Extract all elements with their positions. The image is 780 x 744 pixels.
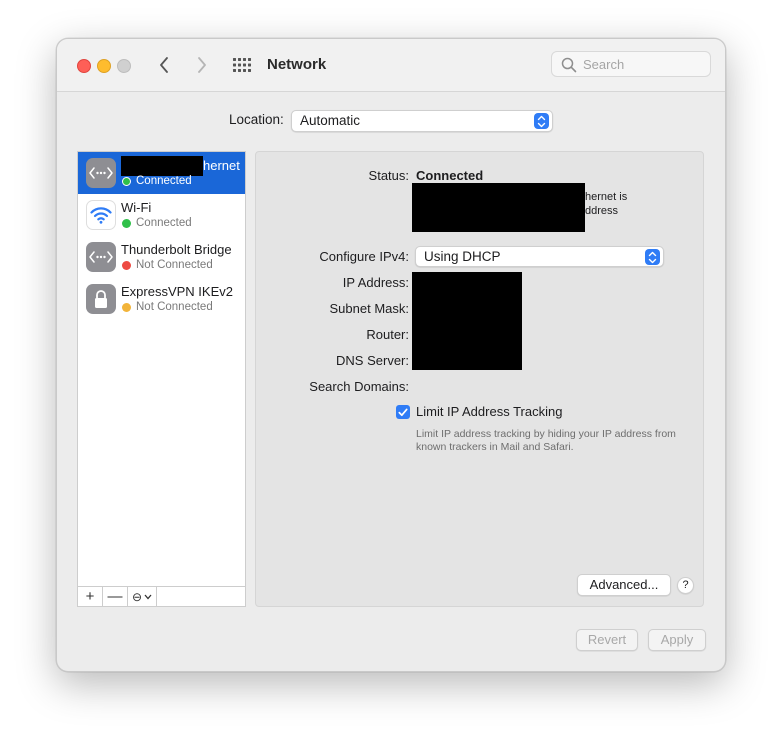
service-item-wifi[interactable]: Wi-Fi Connected — [78, 194, 245, 236]
title-bar: Network Search — [57, 39, 725, 92]
close-window-button[interactable] — [77, 59, 91, 73]
status-label: Status: — [368, 168, 409, 183]
chevron-down-icon — [144, 594, 152, 599]
remove-service-button[interactable]: — — [103, 587, 128, 606]
show-all-grid-icon[interactable] — [232, 57, 252, 73]
subnet-mask-label: Subnet Mask: — [329, 301, 410, 316]
service-status: Not Connected — [136, 259, 213, 271]
search-domains-label: Search Domains: — [309, 379, 409, 394]
location-popup[interactable]: Automatic — [291, 110, 553, 132]
help-button[interactable]: ? — [677, 577, 694, 594]
status-dot — [122, 261, 131, 270]
service-list: hernet Connected Wi-Fi Connected Thunder… — [77, 151, 246, 607]
popup-chevrons-icon — [645, 249, 660, 265]
zoom-window-button[interactable] — [117, 59, 131, 73]
configure-ipv4-value: Using DHCP — [424, 249, 501, 264]
search-icon — [561, 57, 577, 73]
status-dot — [122, 303, 131, 312]
wifi-icon — [86, 200, 116, 230]
status-dot — [122, 177, 131, 186]
limit-tracking-note: Limit IP address tracking by hiding your… — [416, 428, 676, 453]
service-name: hernet — [203, 158, 240, 173]
redacted-block — [121, 156, 203, 176]
status-description-line2: ddress — [585, 205, 619, 217]
status-description-line1: hernet is — [585, 191, 628, 203]
ethernet-icon — [86, 242, 116, 272]
limit-tracking-label[interactable]: Limit IP Address Tracking — [416, 404, 562, 419]
configure-ipv4-popup[interactable]: Using DHCP — [415, 246, 664, 267]
location-label: Location: — [229, 112, 284, 127]
chevron-left-icon — [160, 57, 168, 73]
search-placeholder: Search — [583, 57, 625, 72]
service-item-expressvpn[interactable]: ExpressVPN IKEv2 Not Connected — [78, 278, 245, 320]
network-preferences-window: Network Search Location: Automatic herne… — [56, 38, 726, 672]
add-service-button[interactable]: + — [78, 587, 103, 606]
window-title: Network — [267, 56, 327, 73]
service-name: ExpressVPN IKEv2 — [121, 284, 233, 299]
redacted-block — [412, 272, 522, 370]
router-label: Router: — [366, 327, 409, 342]
forward-button[interactable] — [191, 53, 213, 77]
lock-icon — [86, 284, 116, 314]
ip-address-label: IP Address: — [342, 275, 409, 290]
service-name: Thunderbolt Bridge — [121, 242, 232, 257]
service-status: Connected — [136, 175, 192, 187]
dns-server-label: DNS Server: — [336, 353, 409, 368]
configure-ipv4-label: Configure IPv4: — [319, 249, 409, 264]
service-status: Connected — [136, 217, 192, 229]
revert-button[interactable]: Revert — [576, 629, 638, 651]
advanced-button[interactable]: Advanced... — [577, 574, 671, 596]
status-value: Connected — [416, 168, 484, 183]
location-value: Automatic — [300, 113, 361, 128]
back-button[interactable] — [153, 53, 175, 77]
chevron-right-icon — [198, 57, 206, 73]
action-icon: ⊖ — [131, 589, 143, 604]
ethernet-icon — [86, 158, 116, 188]
limit-tracking-checkbox[interactable] — [396, 405, 410, 419]
service-item-thunderbolt-bridge[interactable]: Thunderbolt Bridge Not Connected — [78, 236, 245, 278]
action-menu-button[interactable]: ⊖ — [128, 587, 157, 606]
service-item-ethernet[interactable]: hernet Connected — [78, 152, 245, 194]
status-dot — [122, 219, 131, 228]
apply-button[interactable]: Apply — [648, 629, 706, 651]
checkmark-icon — [398, 408, 408, 416]
search-field[interactable]: Search — [551, 51, 711, 77]
redacted-block — [412, 183, 585, 232]
service-list-toolbar: + — ⊖ — [77, 586, 246, 607]
minimize-window-button[interactable] — [97, 59, 111, 73]
popup-chevrons-icon — [534, 113, 549, 129]
service-status: Not Connected — [136, 301, 213, 313]
service-name: Wi-Fi — [121, 200, 152, 215]
